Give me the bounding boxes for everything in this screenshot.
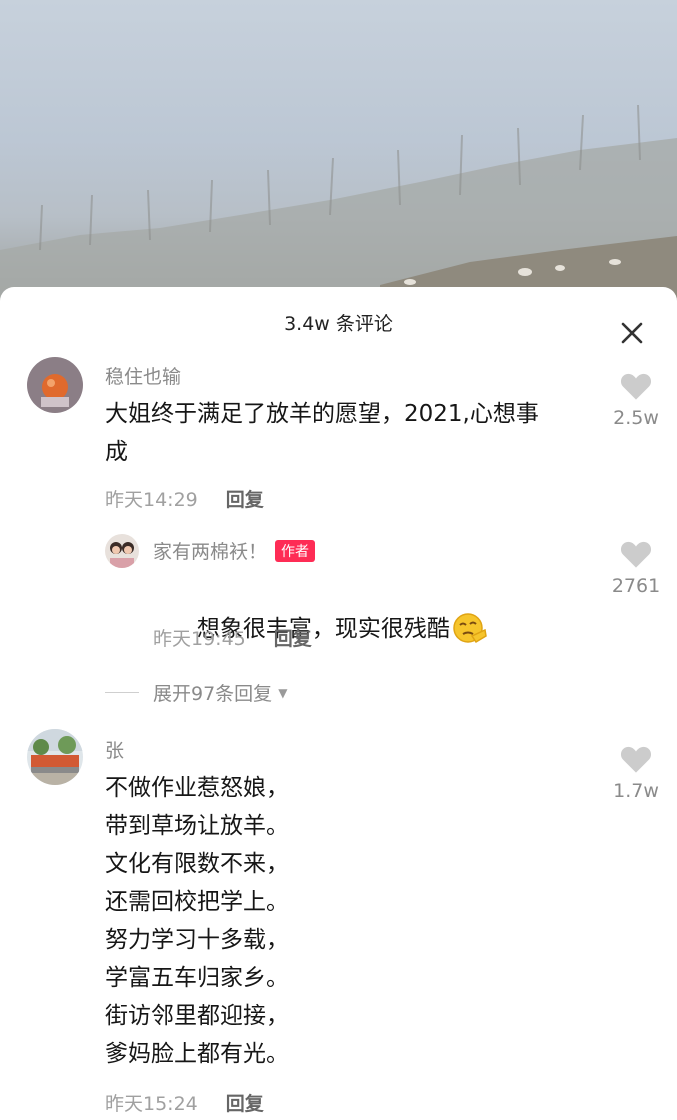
author-badge: 作者 — [275, 540, 316, 562]
comment-text: 大姐终于满足了放羊的愿望，2021,心想事 成 — [105, 401, 539, 465]
video-background — [0, 0, 677, 310]
like-count: 1.7w — [613, 780, 659, 802]
like-button[interactable]: 2.5w — [606, 371, 666, 429]
avatar[interactable] — [27, 357, 83, 413]
close-icon — [621, 322, 643, 344]
comment-meta: 昨天19:45 回复 — [153, 624, 312, 651]
expand-replies-button[interactable]: 展开97条回复 ▼ — [105, 679, 287, 706]
heart-icon — [620, 746, 652, 773]
comment-sheet: 3.4w 条评论 稳住也输 大姐终于满足了放羊的愿望，2021,心想事 成 昨天… — [0, 287, 677, 1120]
reply-username: 家有两棉袄！ — [153, 541, 268, 563]
comment-count-title: 3.4w 条评论 — [284, 313, 393, 335]
close-button[interactable] — [612, 313, 652, 353]
comment-username[interactable]: 家有两棉袄！ 作者 — [153, 537, 316, 564]
like-count: 2761 — [611, 575, 661, 597]
comment-time: 昨天14:29 — [105, 489, 198, 511]
expand-replies-label: 展开97条回复 — [153, 683, 273, 705]
heart-icon — [620, 373, 652, 400]
comment-meta: 昨天15:24 回复 — [105, 1089, 264, 1116]
reply-button[interactable]: 回复 — [226, 1093, 264, 1115]
comment-username[interactable]: 稳住也输 — [105, 362, 181, 389]
heart-icon — [620, 541, 652, 568]
comment-meta: 昨天14:29 回复 — [105, 485, 264, 512]
like-button[interactable]: 2761 — [606, 539, 666, 597]
thinking-face-emoji — [453, 613, 487, 644]
landscape-image — [0, 104, 677, 310]
divider-line — [105, 692, 139, 693]
avatar[interactable] — [27, 729, 83, 785]
reply-button[interactable]: 回复 — [274, 628, 312, 650]
chevron-down-icon: ▼ — [278, 685, 288, 700]
comment-time: 昨天15:24 — [105, 1093, 198, 1115]
like-button[interactable]: 1.7w — [606, 744, 666, 802]
comment-username[interactable]: 张 — [105, 736, 124, 763]
comment-time: 昨天19:45 — [153, 628, 246, 650]
reply-button[interactable]: 回复 — [226, 489, 264, 511]
like-count: 2.5w — [613, 407, 659, 429]
avatar[interactable] — [105, 534, 139, 568]
comment-text: 不做作业惹怒娘， 带到草场让放羊。 文化有限数不来， 还需回校把学上。 努力学习… — [105, 775, 289, 1067]
